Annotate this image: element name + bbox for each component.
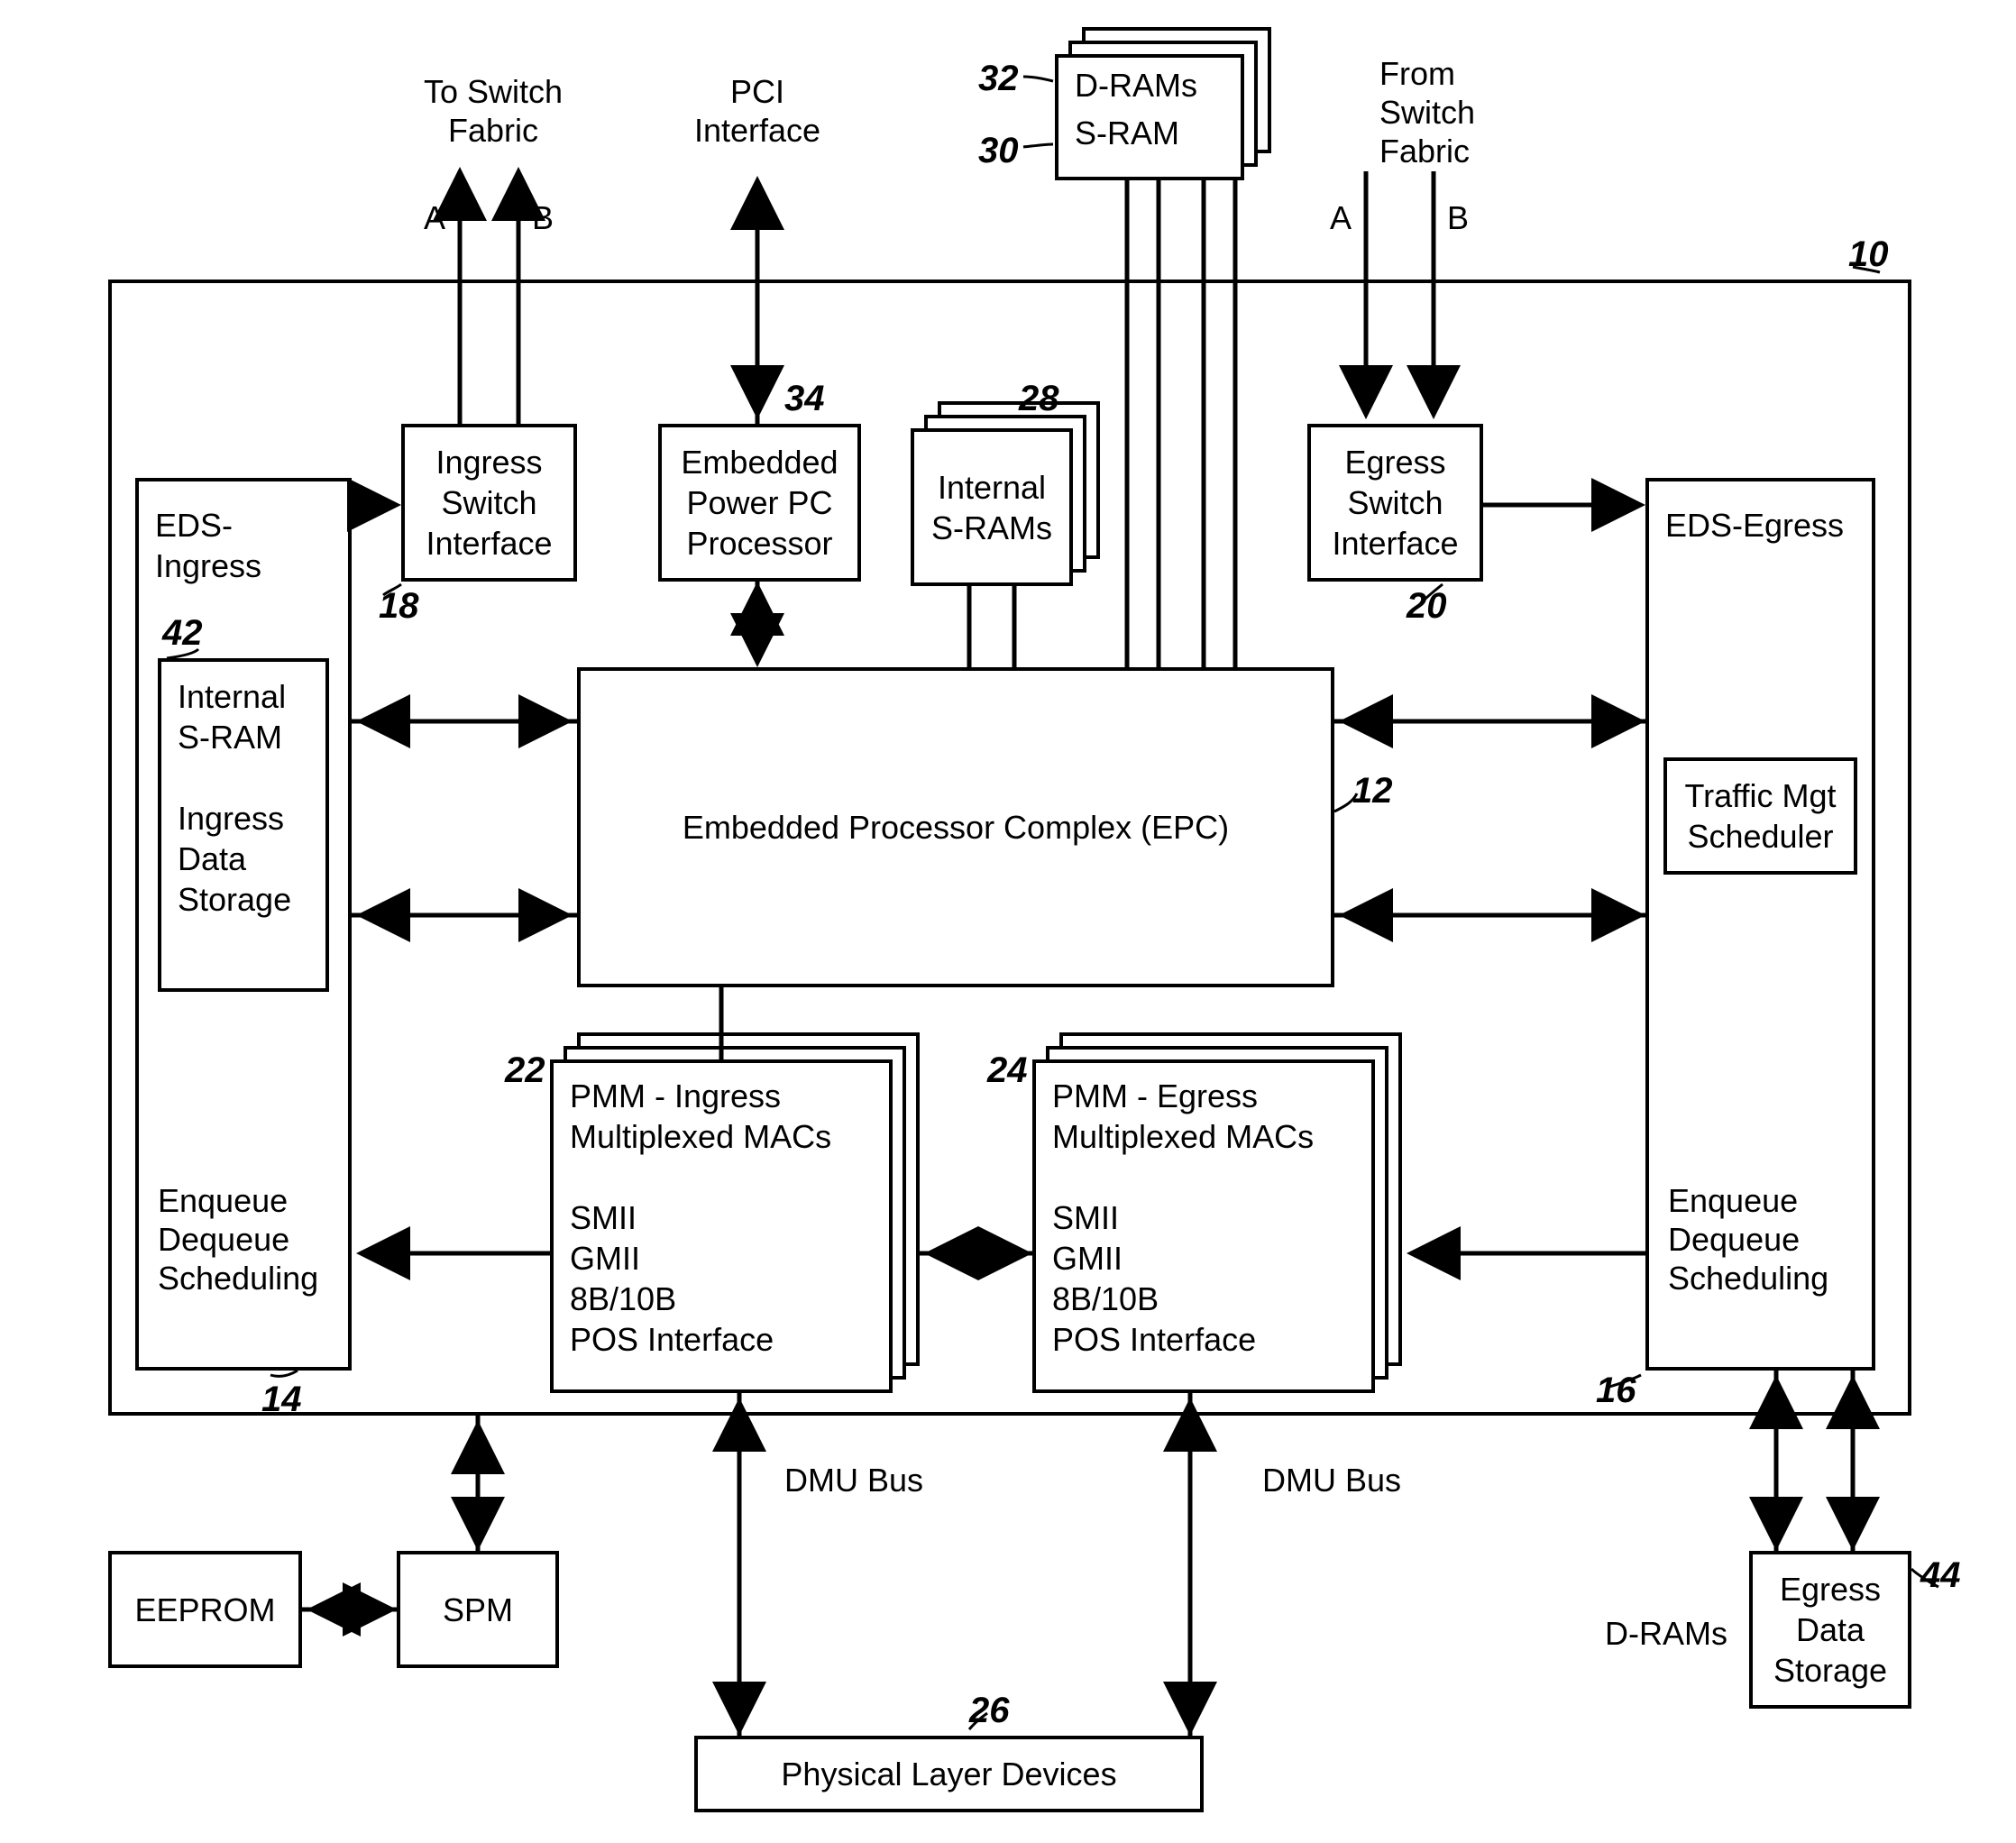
ref-22: 22 [505,1050,545,1091]
eeprom-text: EEPROM [134,1590,275,1630]
egress-switch-interface: Egress Switch Interface [1307,424,1483,582]
ext-ram: D-RAMs S-RAM [1055,54,1244,180]
spm-text: SPM [443,1590,513,1630]
eds-ingress-title: EDS-Ingress [155,505,339,586]
ref-42: 42 [162,613,203,654]
ref-20: 20 [1407,586,1447,627]
embedded-powerpc-text: Embedded Power PC Processor [681,442,838,564]
ingress-b-label: B [532,198,554,237]
egress-data-storage: Egress Data Storage [1749,1551,1911,1709]
traffic-mgt-scheduler: Traffic Mgt Scheduler [1663,757,1857,875]
pci-interface-label: PCI Interface [694,72,820,150]
eds-egress-bottom: Enqueue Dequeue Scheduling [1668,1181,1828,1298]
spm: SPM [397,1551,559,1668]
eds-ingress-bottom: Enqueue Dequeue Scheduling [158,1181,318,1298]
ingress-a-label: A [424,198,445,237]
drams-ext-label: D-RAMs [1605,1614,1727,1653]
ingress-switch-interface-text: Ingress Switch Interface [426,442,552,564]
ref-18: 18 [379,586,419,627]
pmm-egress: PMM - Egress Multiplexed MACs SMII GMII … [1032,1059,1375,1393]
diagram-canvas: 10 EDS-Ingress Internal S-RAM Ingress Da… [0,0,2016,1843]
pmm-ingress-text: PMM - Ingress Multiplexed MACs SMII GMII… [570,1076,831,1360]
to-switch-fabric-label: To Switch Fabric [424,72,563,150]
embedded-powerpc: Embedded Power PC Processor [658,424,861,582]
ref-14: 14 [261,1380,302,1420]
egress-data-storage-text: Egress Data Storage [1773,1569,1887,1691]
internal-srams: Internal S-RAMs [911,428,1073,586]
pmm-egress-text: PMM - Egress Multiplexed MACs SMII GMII … [1052,1076,1314,1360]
epc-text: Embedded Processor Complex (EPC) [683,807,1229,848]
phys-layer-text: Physical Layer Devices [781,1754,1116,1794]
ref-24: 24 [987,1050,1028,1091]
ref-16: 16 [1596,1371,1636,1411]
ref-44: 44 [1920,1555,1961,1596]
ref-32: 32 [978,59,1019,99]
internal-srams-text: Internal S-RAMs [931,467,1052,548]
eeprom: EEPROM [108,1551,302,1668]
ref-10: 10 [1848,234,1889,275]
ref-26: 26 [969,1691,1010,1731]
from-switch-fabric-label: From Switch Fabric [1379,54,1475,171]
ext-drams-text: D-RAMs [1075,65,1197,105]
eds-ingress-storage-text: Internal S-RAM Ingress Data Storage [178,676,291,920]
ext-sram-text: S-RAM [1075,113,1179,153]
egress-b-label: B [1447,198,1469,237]
dmu-bus-left: DMU Bus [784,1461,923,1499]
physical-layer-devices: Physical Layer Devices [694,1736,1204,1812]
pmm-ingress: PMM - Ingress Multiplexed MACs SMII GMII… [550,1059,893,1393]
ref-28: 28 [1019,379,1059,419]
egress-a-label: A [1330,198,1352,237]
eds-egress-title: EDS-Egress [1665,505,1844,546]
ref-34: 34 [784,379,825,419]
eds-ingress-storage: Internal S-RAM Ingress Data Storage [158,658,329,992]
traffic-mgt-text: Traffic Mgt Scheduler [1684,775,1836,857]
epc: Embedded Processor Complex (EPC) [577,667,1334,987]
dmu-bus-right: DMU Bus [1262,1461,1401,1499]
ref-30: 30 [978,131,1019,171]
ref-12: 12 [1352,771,1393,811]
egress-switch-interface-text: Egress Switch Interface [1332,442,1458,564]
ingress-switch-interface: Ingress Switch Interface [401,424,577,582]
